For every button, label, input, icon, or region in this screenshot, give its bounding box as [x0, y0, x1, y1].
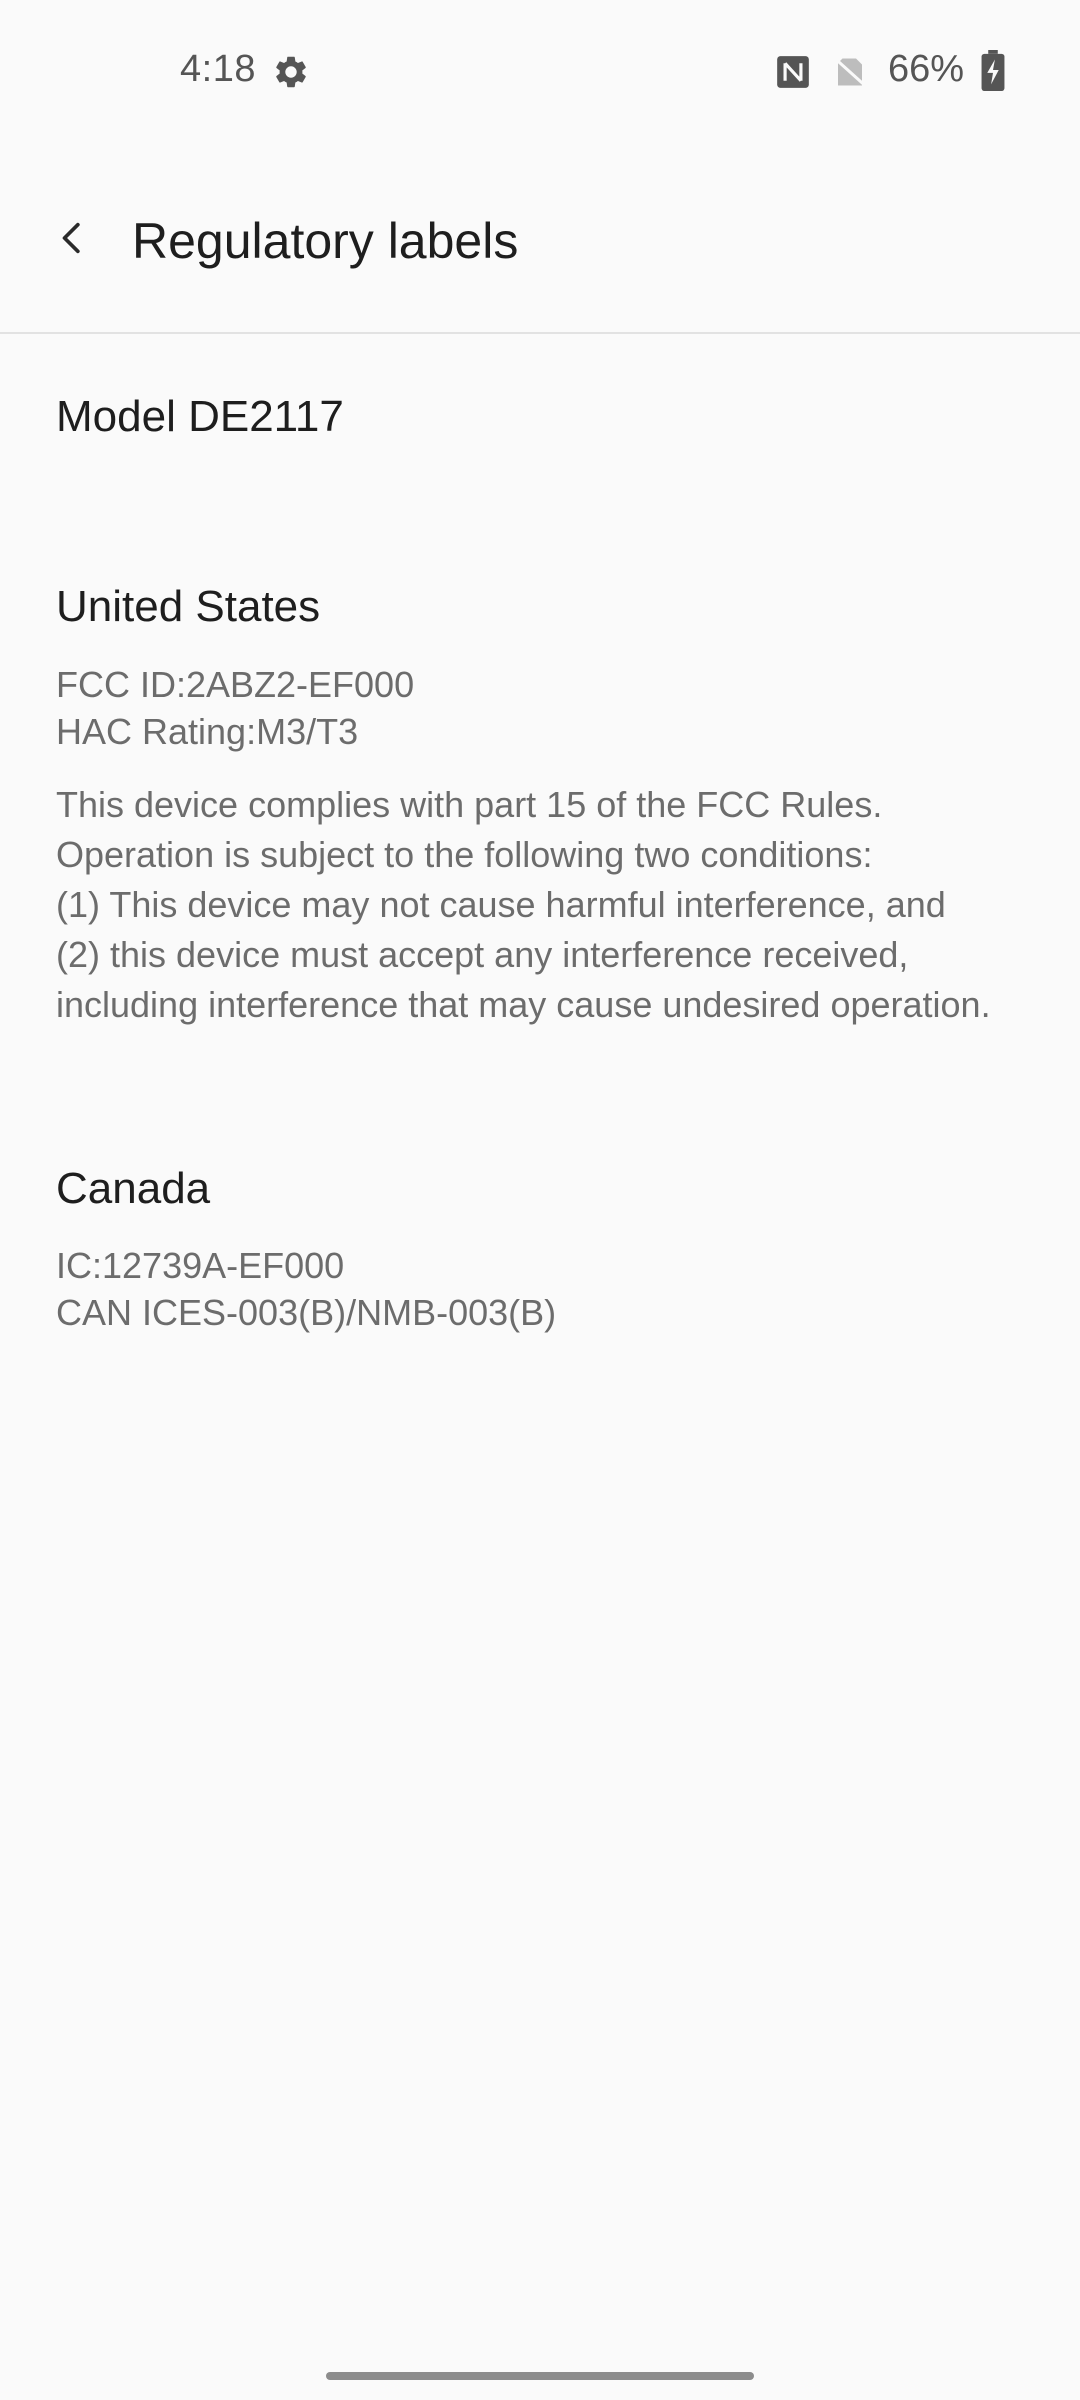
compliance-line: including interference that may cause un… [56, 984, 991, 1025]
ic-id: IC:12739A-EF000 [56, 1245, 345, 1286]
compliance-line: This device complies with part 15 of the… [56, 784, 883, 825]
battery-percent: 66% [888, 48, 965, 90]
back-arrow-icon [62, 222, 80, 254]
back-button[interactable] [40, 206, 104, 270]
section-title-canada: Canada [56, 1164, 211, 1213]
status-bar: 4:18 66% [0, 0, 1080, 140]
fcc-compliance-statement: This device complies with part 15 of the… [56, 780, 1036, 1030]
nfc-icon [777, 56, 809, 88]
compliance-line: (1) This device may not cause harmful in… [56, 884, 946, 925]
section-title-united-states: United States [56, 582, 321, 631]
compliance-line: (2) this device must accept any interfer… [56, 934, 909, 975]
gesture-nav-handle[interactable] [326, 2372, 754, 2380]
fcc-id: FCC ID:2ABZ2-EF000 [56, 664, 415, 705]
app-bar: Regulatory labels [0, 140, 1080, 334]
status-time: 4:18 [180, 48, 256, 90]
model-number: Model DE2117 [56, 392, 344, 441]
settings-gear-icon [276, 56, 306, 88]
ices-label: CAN ICES-003(B)/NMB-003(B) [56, 1292, 557, 1333]
compliance-line: Operation is subject to the following tw… [56, 834, 873, 875]
no-sim-icon [833, 57, 867, 87]
page-title: Regulatory labels [132, 213, 519, 269]
battery-charging-icon [981, 50, 1005, 92]
hac-rating: HAC Rating:M3/T3 [56, 711, 359, 752]
